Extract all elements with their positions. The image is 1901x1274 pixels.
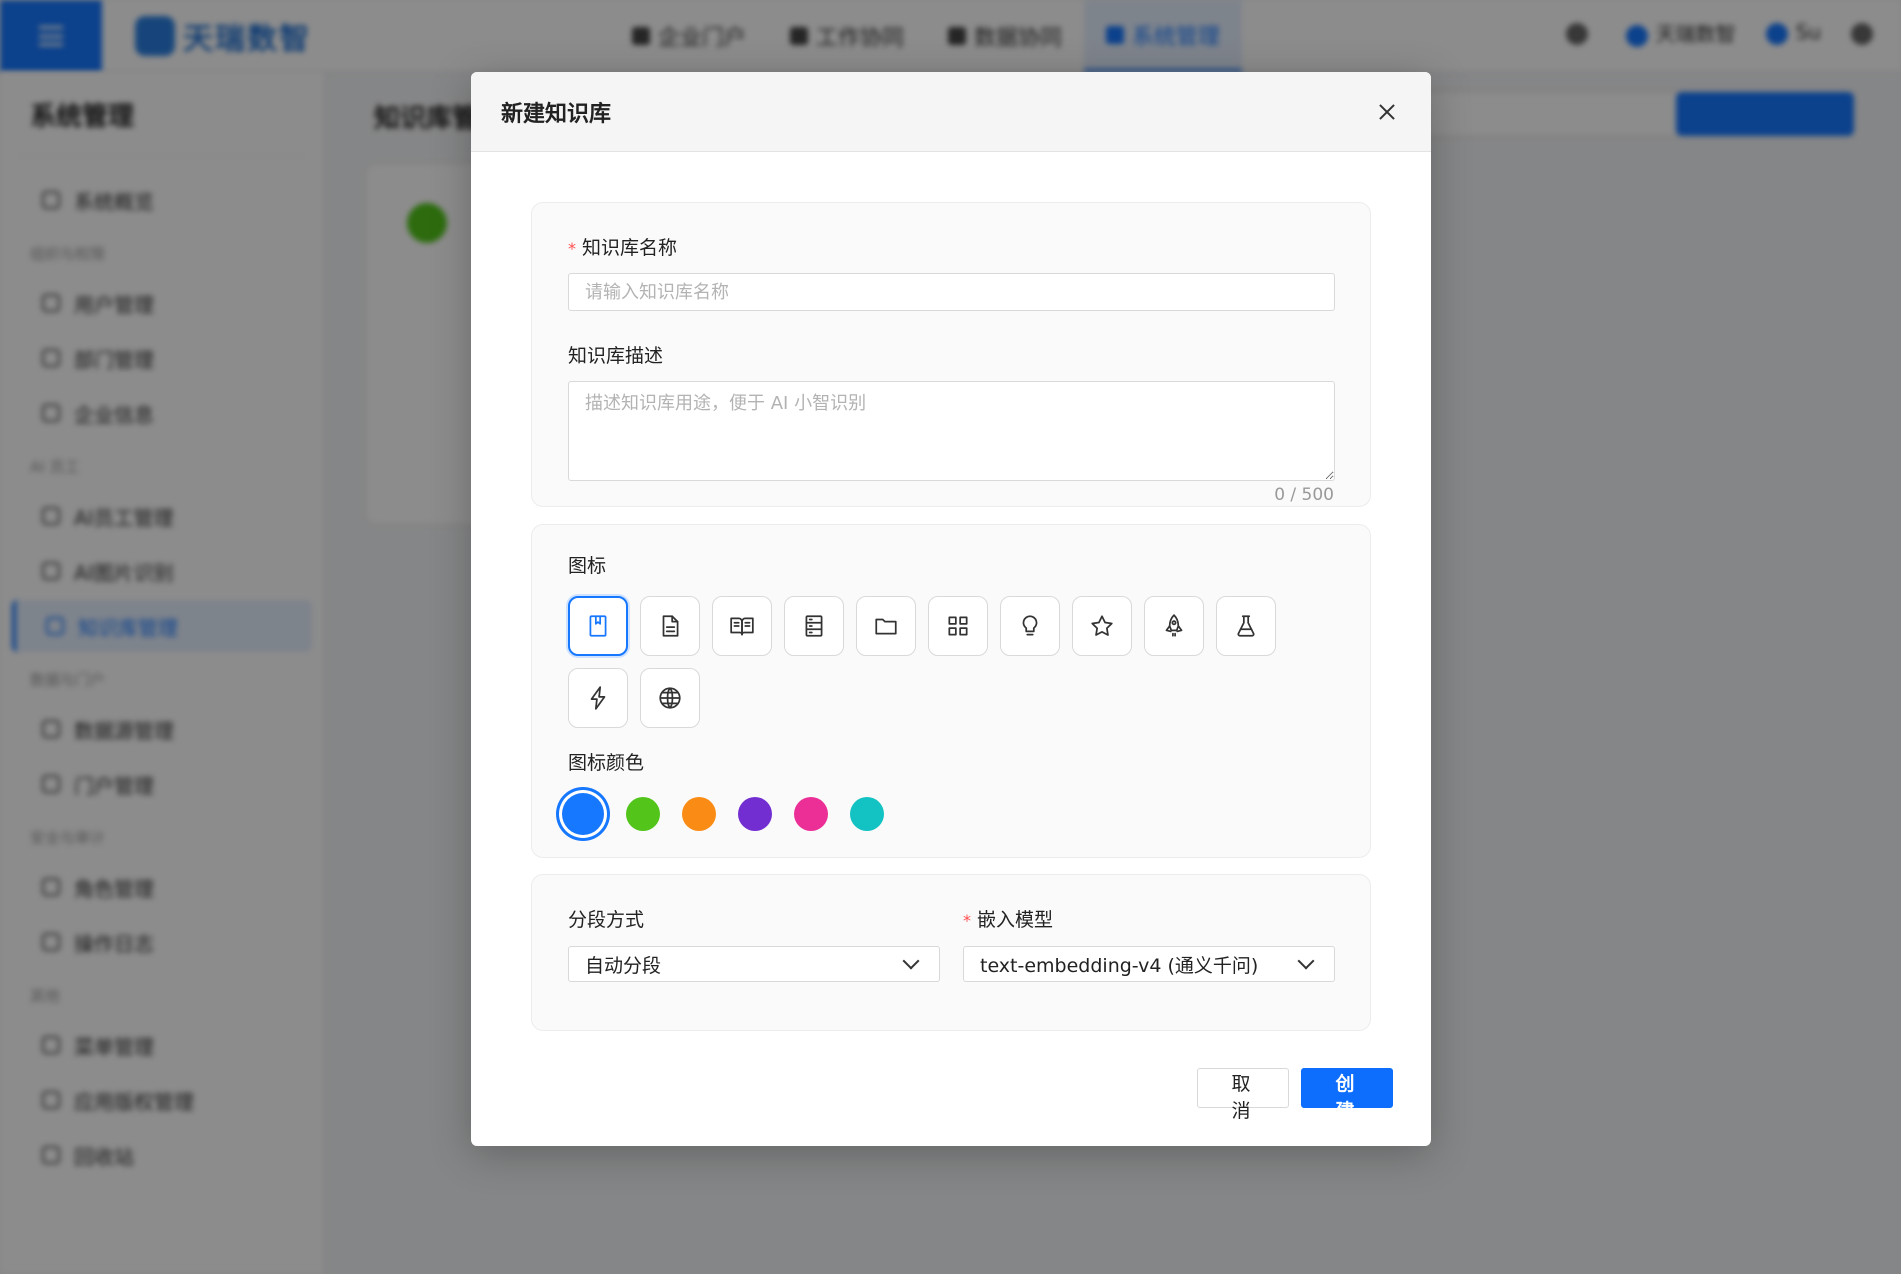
- grid-icon[interactable]: [928, 596, 988, 656]
- color-swatch-green[interactable]: [626, 797, 660, 831]
- dialog-header: 新建知识库: [471, 72, 1431, 152]
- description-char-counter: 0 / 500: [1274, 485, 1334, 505]
- folder-icon[interactable]: [856, 596, 916, 656]
- close-icon[interactable]: [1373, 98, 1401, 126]
- required-mark: *: [568, 239, 576, 258]
- embedding-model-select[interactable]: text-embedding-v4 (通义千问): [963, 946, 1335, 982]
- flask-icon[interactable]: [1216, 596, 1276, 656]
- star-icon[interactable]: [1072, 596, 1132, 656]
- icon-picker: [568, 596, 1308, 728]
- split-mode-select[interactable]: 自动分段: [568, 946, 940, 982]
- new-knowledge-base-dialog: 新建知识库 * 知识库名称 知识库描述 0 / 500 图标 图标颜色: [471, 72, 1431, 1146]
- icon-color-picker: [558, 789, 884, 839]
- file-text-icon[interactable]: [640, 596, 700, 656]
- color-swatch-pink[interactable]: [794, 797, 828, 831]
- globe-icon[interactable]: [640, 668, 700, 728]
- bookmark-icon[interactable]: [568, 596, 628, 656]
- dialog-title: 新建知识库: [501, 101, 612, 127]
- color-swatch-blue[interactable]: [562, 793, 604, 835]
- book-open-icon[interactable]: [712, 596, 772, 656]
- color-swatch-purple[interactable]: [738, 797, 772, 831]
- embedding-model-label: * 嵌入模型: [963, 905, 1053, 932]
- chevron-down-icon: [1297, 952, 1315, 970]
- bulb-icon[interactable]: [1000, 596, 1060, 656]
- dialog-footer: 取 消 创 建: [1197, 1068, 1393, 1122]
- required-mark: *: [963, 911, 971, 930]
- icon-color-label: 图标颜色: [568, 752, 645, 774]
- bolt-icon[interactable]: [568, 668, 628, 728]
- color-swatch-cyan[interactable]: [850, 797, 884, 831]
- create-button[interactable]: 创 建: [1301, 1068, 1393, 1122]
- split-mode-label: 分段方式: [568, 909, 645, 931]
- rocket-icon[interactable]: [1144, 596, 1204, 656]
- embedding-model-label-text: 嵌入模型: [977, 909, 1054, 931]
- split-mode-value: 自动分段: [585, 954, 662, 977]
- knowledge-base-name-input[interactable]: [568, 273, 1335, 311]
- processing-section: 分段方式 * 嵌入模型 自动分段 text-embedding-v4 (通义千问): [531, 874, 1371, 1031]
- chevron-down-icon: [902, 952, 920, 970]
- icon-section: 图标 图标颜色: [531, 524, 1371, 858]
- server-icon[interactable]: [784, 596, 844, 656]
- name-label: * 知识库名称: [568, 233, 677, 260]
- desc-label: 知识库描述: [568, 345, 664, 367]
- knowledge-base-description-textarea[interactable]: [568, 381, 1335, 481]
- icon-label: 图标: [568, 555, 607, 577]
- embedding-model-value: text-embedding-v4 (通义千问): [980, 954, 1259, 977]
- color-swatch-orange[interactable]: [682, 797, 716, 831]
- name-label-text: 知识库名称: [582, 237, 678, 259]
- basic-info-section: * 知识库名称 知识库描述 0 / 500: [531, 202, 1371, 507]
- cancel-button[interactable]: 取 消: [1197, 1068, 1289, 1122]
